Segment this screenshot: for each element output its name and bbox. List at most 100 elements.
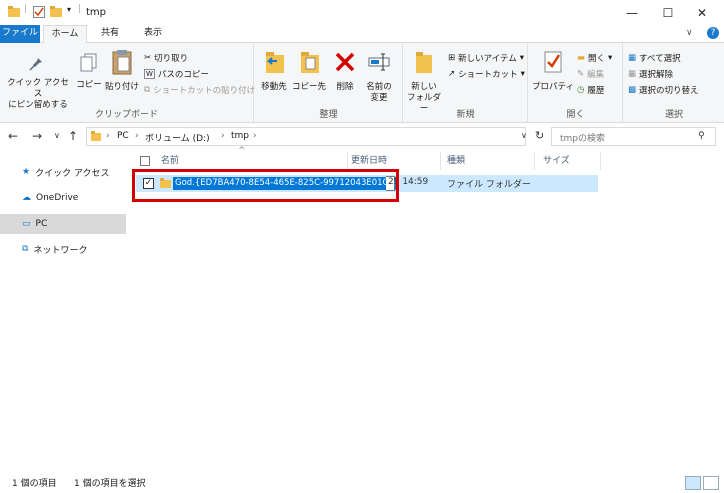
pin-icon (4, 53, 72, 75)
delete-x-icon (331, 49, 359, 79)
paste-shortcut-button[interactable]: ⧉ ショートカットの貼り付け (144, 83, 255, 96)
clipboard-group-label: クリップボード (94, 110, 158, 120)
shortcut-button[interactable]: ↗ ショートカット ▾ (448, 67, 525, 80)
pin-quick-access-button[interactable]: クイック アクセス にピン留めする (4, 53, 72, 111)
select-all-icon: ▦ (628, 52, 637, 63)
tab-share[interactable]: 共有 (92, 25, 128, 43)
dropdown-arrow-icon: ▾ (520, 68, 525, 79)
select-group-label: 選択 (664, 110, 683, 120)
history-button[interactable]: ◷ 履歴 (577, 83, 604, 96)
column-header-size[interactable]: サイズ (535, 152, 601, 170)
rename-button[interactable]: 名前の 変更 (361, 49, 397, 104)
annotation-highlight-box (132, 169, 399, 202)
organize-group-label: 整理 (319, 110, 338, 120)
copy-to-button[interactable]: コピー先 (291, 49, 327, 93)
open-icon: ▬ (577, 52, 586, 63)
tab-view[interactable]: 表示 (135, 25, 171, 43)
details-view-icon[interactable] (685, 476, 701, 490)
new-item-icon: ⊞ (448, 52, 456, 63)
new-item-button[interactable]: ⊞ 新しいアイテム ▾ (448, 51, 524, 64)
paste-label: 貼り付け (104, 82, 139, 92)
select-none-icon: ▦ (628, 68, 637, 79)
breadcrumb-volume[interactable]: ボリューム (D:) (145, 131, 210, 144)
help-icon[interactable]: ? (707, 27, 719, 39)
dropdown-arrow-icon: ▾ (519, 52, 525, 63)
nav-item-quick-access[interactable]: ★ クイック アクセス (0, 162, 126, 182)
cut-button[interactable]: ✂ 切り取り (144, 51, 188, 64)
star-icon: ★ (22, 167, 31, 177)
open-button[interactable]: ▬ 開く ▾ (577, 51, 612, 64)
paste-button[interactable]: 貼り付け (104, 49, 140, 93)
item-count: 1 個の項目 (12, 479, 57, 489)
up-arrow-icon[interactable]: ↑ (68, 129, 78, 143)
properties-icon (531, 49, 575, 79)
path-icon: W (144, 68, 155, 79)
search-input[interactable]: tmpの検索 ⚲ (551, 127, 716, 146)
select-none-button[interactable]: ▦ 選択解除 (628, 67, 673, 80)
copy-icon (72, 53, 106, 77)
forward-arrow-icon[interactable]: → (32, 129, 42, 143)
selected-count: 1 個の項目を選択 (74, 479, 146, 489)
folder-icon (8, 6, 20, 20)
invert-selection-icon: ▩ (628, 84, 637, 95)
column-header-type[interactable]: 種類 (441, 152, 535, 170)
copy-label: コピー (76, 80, 102, 90)
navigation-pane: ★ クイック アクセス ☁ OneDrive ▭ PC ⧉ ネットワーク (0, 150, 127, 460)
ribbon-collapse-icon[interactable]: ∨ (686, 28, 693, 38)
edit-button[interactable]: ✎ 編集 (577, 67, 604, 80)
edit-icon: ✎ (577, 68, 585, 79)
cloud-icon: ☁ (22, 193, 31, 203)
copy-path-button[interactable]: W パスのコピー (144, 67, 209, 80)
title-bar: | ▾ | tmp — ☐ ✕ (0, 0, 724, 25)
pc-icon: ▭ (22, 219, 31, 229)
column-header-modified[interactable]: 更新日時 (348, 152, 441, 170)
properties-button[interactable]: プロパティ (531, 49, 575, 93)
back-arrow-icon[interactable]: ← (8, 129, 18, 143)
recent-locations-icon[interactable]: ∨ (54, 131, 60, 140)
shortcut-paste-icon: ⧉ (144, 84, 151, 95)
breadcrumb-pc[interactable]: PC (117, 131, 129, 141)
address-dropdown-icon[interactable]: ∨ (521, 131, 527, 140)
properties-icon[interactable] (33, 6, 45, 21)
chevron-right-icon: › (253, 131, 257, 141)
type-cell: ファイル フォルダー (447, 180, 531, 190)
close-button[interactable]: ✕ (679, 0, 724, 25)
customize-qat-icon[interactable]: ▾ (67, 5, 71, 14)
folder-icon (91, 131, 101, 144)
paste-icon (104, 49, 140, 79)
select-all-button[interactable]: ▦ すべて選択 (628, 51, 681, 64)
nav-item-pc[interactable]: ▭ PC (0, 214, 126, 234)
delete-button[interactable]: 削除 (331, 49, 359, 93)
refresh-icon[interactable]: ↻ (535, 129, 544, 142)
shortcut-icon: ↗ (448, 68, 456, 79)
tab-file[interactable]: ファイル (0, 25, 40, 43)
copy-to-icon (291, 49, 327, 79)
open-group: プロパティ ▬ 開く ▾ ✎ 編集 ◷ 履歴 開く (529, 43, 623, 123)
nav-item-onedrive[interactable]: ☁ OneDrive (0, 188, 126, 208)
copy-button[interactable]: コピー (72, 53, 106, 91)
column-header-name[interactable]: 名前 (136, 152, 348, 170)
scissors-icon: ✂ (144, 52, 152, 63)
search-icon: ⚲ (698, 131, 705, 141)
history-icon: ◷ (577, 84, 585, 95)
tab-home[interactable]: ホーム (43, 25, 87, 44)
new-folder-icon[interactable] (50, 6, 62, 20)
select-group: ▦ すべて選択 ▦ 選択解除 ▩ 選択の切り替え 選択 (624, 43, 724, 123)
new-folder-button[interactable]: 新しい フォルダー (406, 49, 442, 115)
new-group: 新しい フォルダー ⊞ 新しいアイテム ▾ ↗ ショートカット ▾ 新規 (404, 43, 528, 123)
address-bar[interactable]: › PC › ボリューム (D:) › tmp › (86, 127, 526, 146)
chevron-right-icon: › (135, 131, 139, 141)
pin-label: クイック アクセス にピン留めする (7, 78, 69, 110)
breadcrumb-tmp[interactable]: tmp (231, 131, 249, 141)
clipboard-group: クイック アクセス にピン留めする コピー 貼り付け ✂ 切り取り W パスのコ… (0, 43, 255, 123)
select-all-checkbox[interactable] (140, 155, 150, 166)
window-title: tmp (86, 7, 107, 18)
chevron-right-icon: › (106, 131, 110, 141)
rename-icon (361, 49, 397, 79)
nav-item-network[interactable]: ⧉ ネットワーク (0, 239, 126, 259)
address-row: ← → ∨ ↑ › PC › ボリューム (D:) › tmp › ∨ ↻ tm… (0, 123, 724, 149)
invert-selection-button[interactable]: ▩ 選択の切り替え (628, 83, 699, 96)
large-icons-view-icon[interactable] (703, 476, 719, 490)
move-to-button[interactable]: 移動先 (257, 49, 291, 93)
status-bar: 1 個の項目 1 個の項目を選択 (0, 472, 724, 493)
